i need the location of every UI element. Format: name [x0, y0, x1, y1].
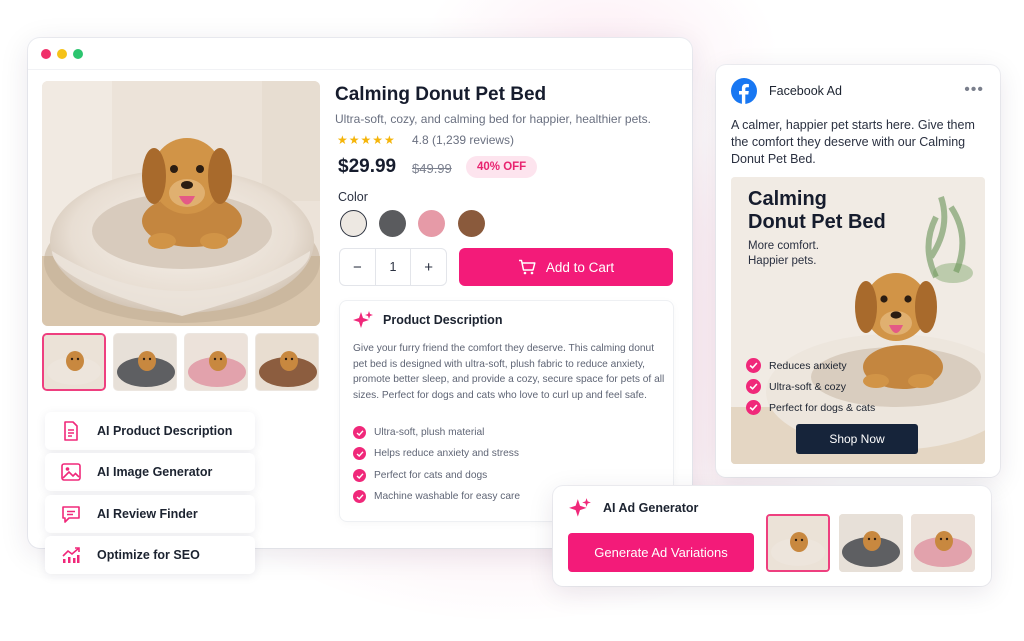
- ad-bullet-text: Perfect for dogs & cats: [769, 401, 876, 414]
- generate-ad-variations-button[interactable]: Generate Ad Variations: [568, 533, 754, 572]
- facebook-ad-title: Facebook Ad: [769, 84, 842, 98]
- ai-product-description-button[interactable]: AI Product Description: [45, 412, 255, 450]
- document-icon: [45, 421, 97, 441]
- sparkle-icon: [352, 310, 374, 332]
- color-swatch-cream[interactable]: [340, 210, 367, 237]
- maximize-window-dot[interactable]: [73, 49, 83, 59]
- check-icon: [353, 447, 366, 460]
- description-bullet-text: Perfect for cats and dogs: [374, 470, 488, 481]
- check-icon: [746, 400, 761, 415]
- product-subtitle: Ultra-soft, cozy, and calming bed for ha…: [335, 112, 651, 126]
- thumbnail-cream[interactable]: [42, 333, 106, 391]
- quantity-value[interactable]: 1: [374, 249, 412, 285]
- thumbnail-pink[interactable]: [184, 333, 248, 391]
- ad-tagline: More comfort. Happier pets.: [748, 239, 819, 269]
- cart-icon: [518, 259, 536, 275]
- facebook-ad-creative: Calming Donut Pet Bed More comfort. Happ…: [731, 177, 985, 464]
- ai-review-finder-button[interactable]: AI Review Finder: [45, 495, 255, 533]
- description-bullet-text: Helps reduce anxiety and stress: [374, 448, 519, 459]
- decrease-qty-button[interactable]: −: [340, 259, 375, 276]
- increase-qty-button[interactable]: +: [411, 259, 446, 276]
- product-price: $29.99: [338, 156, 397, 177]
- ad-bullet: Perfect for dogs & cats: [746, 400, 875, 415]
- optimize-for-seo-button[interactable]: Optimize for SEO: [45, 536, 255, 574]
- thumbnail-gray[interactable]: [113, 333, 177, 391]
- color-swatch-gray[interactable]: [379, 210, 406, 237]
- facebook-icon: [731, 78, 757, 104]
- description-bullet-text: Machine washable for easy care: [374, 491, 521, 502]
- ad-variation-pink[interactable]: [911, 514, 975, 572]
- quantity-stepper: − 1 +: [339, 248, 447, 286]
- sparkle-icon: [568, 497, 592, 521]
- description-bullet: Perfect for cats and dogs: [353, 469, 487, 482]
- description-title: Product Description: [383, 313, 503, 327]
- feature-label: AI Product Description: [97, 424, 233, 438]
- window-titlebar: [28, 38, 692, 70]
- ad-bullet-text: Ultra-soft & cozy: [769, 380, 847, 393]
- thumbnail-brown[interactable]: [255, 333, 319, 391]
- more-options-icon[interactable]: •••: [964, 81, 984, 99]
- ai-ad-generator-card: AI Ad Generator Generate Ad Variations: [553, 486, 991, 586]
- facebook-ad-card: Facebook Ad ••• A calmer, happier pet st…: [716, 65, 1000, 477]
- rating-stars: ★★★★★: [337, 133, 396, 147]
- ad-variation-cream[interactable]: [766, 514, 830, 572]
- description-bullet-text: Ultra-soft, plush material: [374, 427, 485, 438]
- original-price: $49.99: [412, 161, 452, 176]
- discount-badge: 40% OFF: [466, 156, 538, 178]
- product-title: Calming Donut Pet Bed: [335, 84, 547, 105]
- chat-icon: [45, 505, 97, 523]
- ad-headline-line: Calming: [748, 188, 827, 210]
- check-icon: [746, 358, 761, 373]
- chart-icon: [45, 546, 97, 564]
- description-bullet: Ultra-soft, plush material: [353, 426, 484, 439]
- feature-label: Optimize for SEO: [97, 548, 200, 562]
- ad-headline: Calming Donut Pet Bed: [748, 188, 886, 234]
- check-icon: [746, 379, 761, 394]
- description-bullet: Machine washable for easy care: [353, 490, 520, 503]
- description-body: Give your furry friend the comfort they …: [353, 343, 665, 401]
- image-icon: [45, 463, 97, 481]
- add-to-cart-button[interactable]: Add to Cart: [459, 248, 673, 286]
- ad-variation-gray[interactable]: [839, 514, 903, 572]
- check-icon: [353, 426, 366, 439]
- shop-now-button[interactable]: Shop Now: [796, 424, 918, 454]
- color-label: Color: [338, 190, 368, 204]
- add-to-cart-label: Add to Cart: [545, 259, 615, 275]
- ad-bullet-text: Reduces anxiety: [769, 359, 847, 372]
- minimize-window-dot[interactable]: [57, 49, 67, 59]
- feature-label: AI Review Finder: [97, 507, 198, 521]
- ai-ad-generator-title: AI Ad Generator: [603, 501, 699, 515]
- ad-headline-line: Donut Pet Bed: [748, 211, 886, 233]
- check-icon: [353, 469, 366, 482]
- ad-bullet: Reduces anxiety: [746, 358, 847, 373]
- feature-label: AI Image Generator: [97, 465, 213, 479]
- ad-tagline-line: More comfort.: [748, 240, 819, 252]
- ad-tagline-line: Happier pets.: [748, 255, 817, 267]
- facebook-ad-text: A calmer, happier pet starts here. Give …: [731, 118, 975, 166]
- check-icon: [353, 490, 366, 503]
- color-swatch-pink[interactable]: [418, 210, 445, 237]
- ai-image-generator-button[interactable]: AI Image Generator: [45, 453, 255, 491]
- description-bullet: Helps reduce anxiety and stress: [353, 447, 519, 460]
- rating-text[interactable]: 4.8 (1,239 reviews): [412, 133, 514, 147]
- close-window-dot[interactable]: [41, 49, 51, 59]
- color-swatch-brown[interactable]: [458, 210, 485, 237]
- ad-bullet: Ultra-soft & cozy: [746, 379, 846, 394]
- product-main-image: [42, 81, 320, 326]
